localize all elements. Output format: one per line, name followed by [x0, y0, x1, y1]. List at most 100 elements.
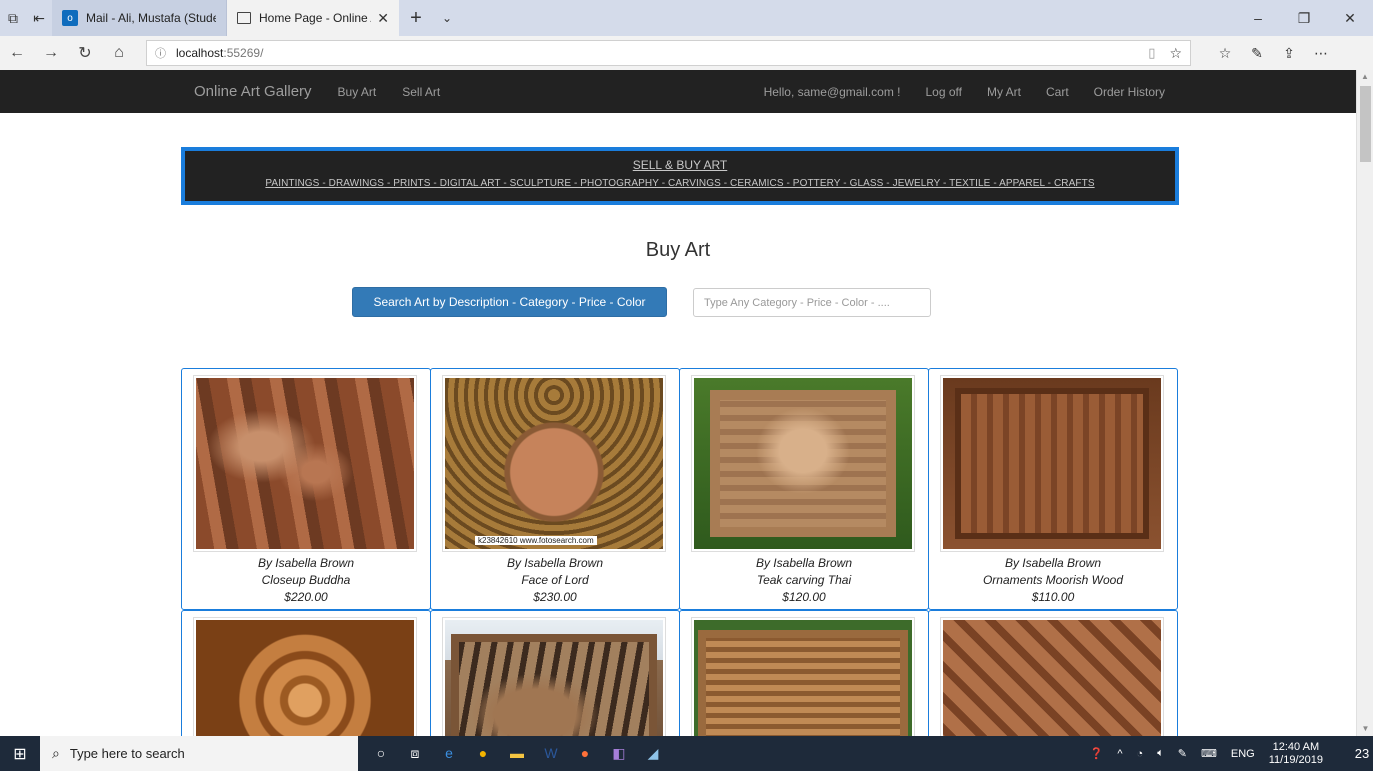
scroll-up-icon[interactable]: ▲: [1357, 70, 1373, 84]
search-input[interactable]: [693, 288, 931, 317]
nav-sell-art[interactable]: Sell Art: [402, 85, 440, 99]
outlook-icon: o: [62, 10, 78, 26]
new-tab-icon[interactable]: +: [399, 0, 433, 36]
nav-my-art[interactable]: My Art: [987, 85, 1021, 99]
tab-actions-icon[interactable]: ⧉: [0, 0, 26, 36]
product-artist: By Isabella Brown: [506, 556, 604, 570]
search-art-button[interactable]: Search Art by Description - Category - P…: [352, 287, 667, 317]
nav-buy-art[interactable]: Buy Art: [338, 85, 377, 99]
product-card[interactable]: [181, 610, 431, 757]
clock-time: 12:40 AM: [1272, 740, 1320, 753]
product-card[interactable]: [430, 610, 680, 757]
image-watermark: k23842610 www.fotosearch.com: [475, 536, 597, 545]
tab-bar: ⧉ ⇤ o Mail - Ali, Mustafa (Student) Home…: [0, 0, 1373, 36]
firefox-icon[interactable]: ●: [568, 745, 602, 762]
product-image[interactable]: [691, 375, 915, 552]
hero-banner: SELL & BUY ART PAINTINGS - DRAWINGS - PR…: [181, 147, 1179, 205]
clock[interactable]: 12:40 AM 11/19/2019: [1269, 741, 1323, 767]
product-card[interactable]: [928, 610, 1178, 757]
share-icon[interactable]: ⇪: [1273, 45, 1305, 62]
scroll-down-icon[interactable]: ▼: [1357, 722, 1373, 736]
product-title[interactable]: Teak carving Thai: [680, 573, 928, 587]
edge-icon[interactable]: e: [432, 745, 466, 762]
product-card[interactable]: [679, 610, 929, 757]
windows-start-icon[interactable]: ⊞: [0, 744, 40, 764]
system-tray: ❓ ^ ◔ 🔈︎ ✎ ⌨ ENG 12:40 AM 11/19/2019 23: [1076, 741, 1373, 767]
banner-categories-link[interactable]: PAINTINGS - DRAWINGS - PRINTS - DIGITAL …: [185, 178, 1175, 189]
scroll-thumb[interactable]: [1360, 86, 1371, 162]
product-card[interactable]: By Isabella Brown Teak carving Thai $120…: [679, 368, 929, 610]
refresh-icon[interactable]: ↻: [68, 43, 102, 63]
taskbar-search[interactable]: ⌕ Type here to search: [40, 736, 358, 771]
home-icon[interactable]: ⌂: [102, 44, 136, 62]
taskbar-search-placeholder: Type here to search: [69, 746, 185, 761]
more-icon[interactable]: ⋯: [1305, 45, 1337, 62]
product-price: $110.00: [1031, 590, 1075, 604]
banner-title-link[interactable]: SELL & BUY ART: [185, 158, 1175, 172]
restore-icon[interactable]: ❐: [1281, 0, 1327, 36]
browser-toolbar: ☆ ✎ ⇪ ⋯: [1209, 45, 1337, 62]
volume-icon[interactable]: 🔈︎: [1157, 747, 1164, 760]
url-host: localhost: [176, 46, 224, 60]
language-indicator[interactable]: ENG: [1231, 748, 1255, 760]
product-title[interactable]: Ornaments Moorish Wood: [929, 573, 1177, 587]
product-artist: By Isabella Brown: [1004, 556, 1102, 570]
vertical-scrollbar[interactable]: ▲ ▼: [1356, 70, 1373, 736]
product-image[interactable]: k23842610 www.fotosearch.com: [442, 375, 666, 552]
forward-icon[interactable]: →: [34, 44, 68, 62]
tab-preview-chevron-icon[interactable]: ⌄: [433, 0, 461, 36]
task-view-icon[interactable]: ⧈: [398, 745, 432, 762]
page-icon: [237, 12, 251, 24]
wifi-icon[interactable]: ◔: [1137, 748, 1144, 760]
browser-window: ⧉ ⇤ o Mail - Ali, Mustafa (Student) Home…: [0, 0, 1373, 771]
tab-label: Mail - Ali, Mustafa (Student): [86, 11, 216, 25]
cortana-icon[interactable]: ○: [364, 745, 398, 762]
product-price: $220.00: [284, 590, 328, 604]
keyboard-icon[interactable]: ⌨: [1201, 747, 1217, 760]
product-artist: By Isabella Brown: [257, 556, 355, 570]
word-icon[interactable]: W: [534, 745, 568, 762]
close-tab-icon[interactable]: ✕: [377, 10, 389, 27]
product-card[interactable]: By Isabella Brown Ornaments Moorish Wood…: [928, 368, 1178, 610]
back-icon[interactable]: ←: [0, 44, 34, 62]
product-card[interactable]: k23842610 www.fotosearch.com By Isabella…: [430, 368, 680, 610]
nav-log-off[interactable]: Log off: [925, 85, 961, 99]
brand-link[interactable]: Online Art Gallery: [194, 83, 312, 100]
tab-home-page[interactable]: Home Page - Online Art ✕: [227, 0, 399, 36]
file-explorer-icon[interactable]: ▬: [500, 745, 534, 762]
favorites-icon[interactable]: ☆: [1209, 45, 1241, 62]
site-info-icon[interactable]: ⓘ: [155, 45, 166, 61]
close-window-icon[interactable]: ✕: [1327, 0, 1373, 36]
favorite-star-icon[interactable]: ☆: [1169, 45, 1182, 62]
product-card[interactable]: By Isabella Brown Closeup Buddha $220.00: [181, 368, 431, 610]
url-path: :55269/: [223, 46, 264, 60]
nav-cart[interactable]: Cart: [1046, 85, 1069, 99]
address-bar: ← → ↻ ⌂ ⓘ localhost:55269/ ▯ ☆ ☆ ✎ ⇪ ⋯: [0, 36, 1373, 70]
clock-date: 11/19/2019: [1268, 753, 1323, 766]
page-title: Buy Art: [645, 239, 711, 261]
site-navbar: Online Art Gallery Buy Art Sell Art Hell…: [0, 70, 1356, 113]
pen-workspace-icon[interactable]: ✎: [1178, 747, 1187, 760]
set-aside-tabs-icon[interactable]: ⇤: [26, 0, 52, 36]
window-controls: – ❐ ✕: [1235, 0, 1373, 36]
product-title[interactable]: Face of Lord: [431, 573, 679, 587]
reading-view-icon[interactable]: ▯: [1148, 45, 1155, 61]
help-icon[interactable]: ❓: [1090, 747, 1104, 760]
nav-order-history[interactable]: Order History: [1094, 85, 1165, 99]
tab-mail[interactable]: o Mail - Ali, Mustafa (Student): [52, 0, 227, 36]
product-price: $230.00: [533, 590, 577, 604]
chrome-icon[interactable]: ●: [466, 745, 500, 762]
product-title[interactable]: Closeup Buddha: [182, 573, 430, 587]
pen-icon[interactable]: ✎: [1241, 45, 1273, 62]
product-image[interactable]: [940, 375, 1164, 552]
product-price: $120.00: [782, 590, 826, 604]
url-field[interactable]: ⓘ localhost:55269/ ▯ ☆: [146, 40, 1191, 66]
notifications-icon[interactable]: 23: [1337, 746, 1373, 761]
app-icon[interactable]: ◢: [636, 745, 670, 762]
visual-studio-icon[interactable]: ◧: [602, 745, 636, 762]
product-artist: By Isabella Brown: [755, 556, 853, 570]
product-image[interactable]: [193, 375, 417, 552]
show-hidden-icons-icon[interactable]: ^: [1117, 748, 1122, 760]
user-greeting-link[interactable]: Hello, same@gmail.com !: [764, 85, 901, 99]
minimize-icon[interactable]: –: [1235, 0, 1281, 36]
